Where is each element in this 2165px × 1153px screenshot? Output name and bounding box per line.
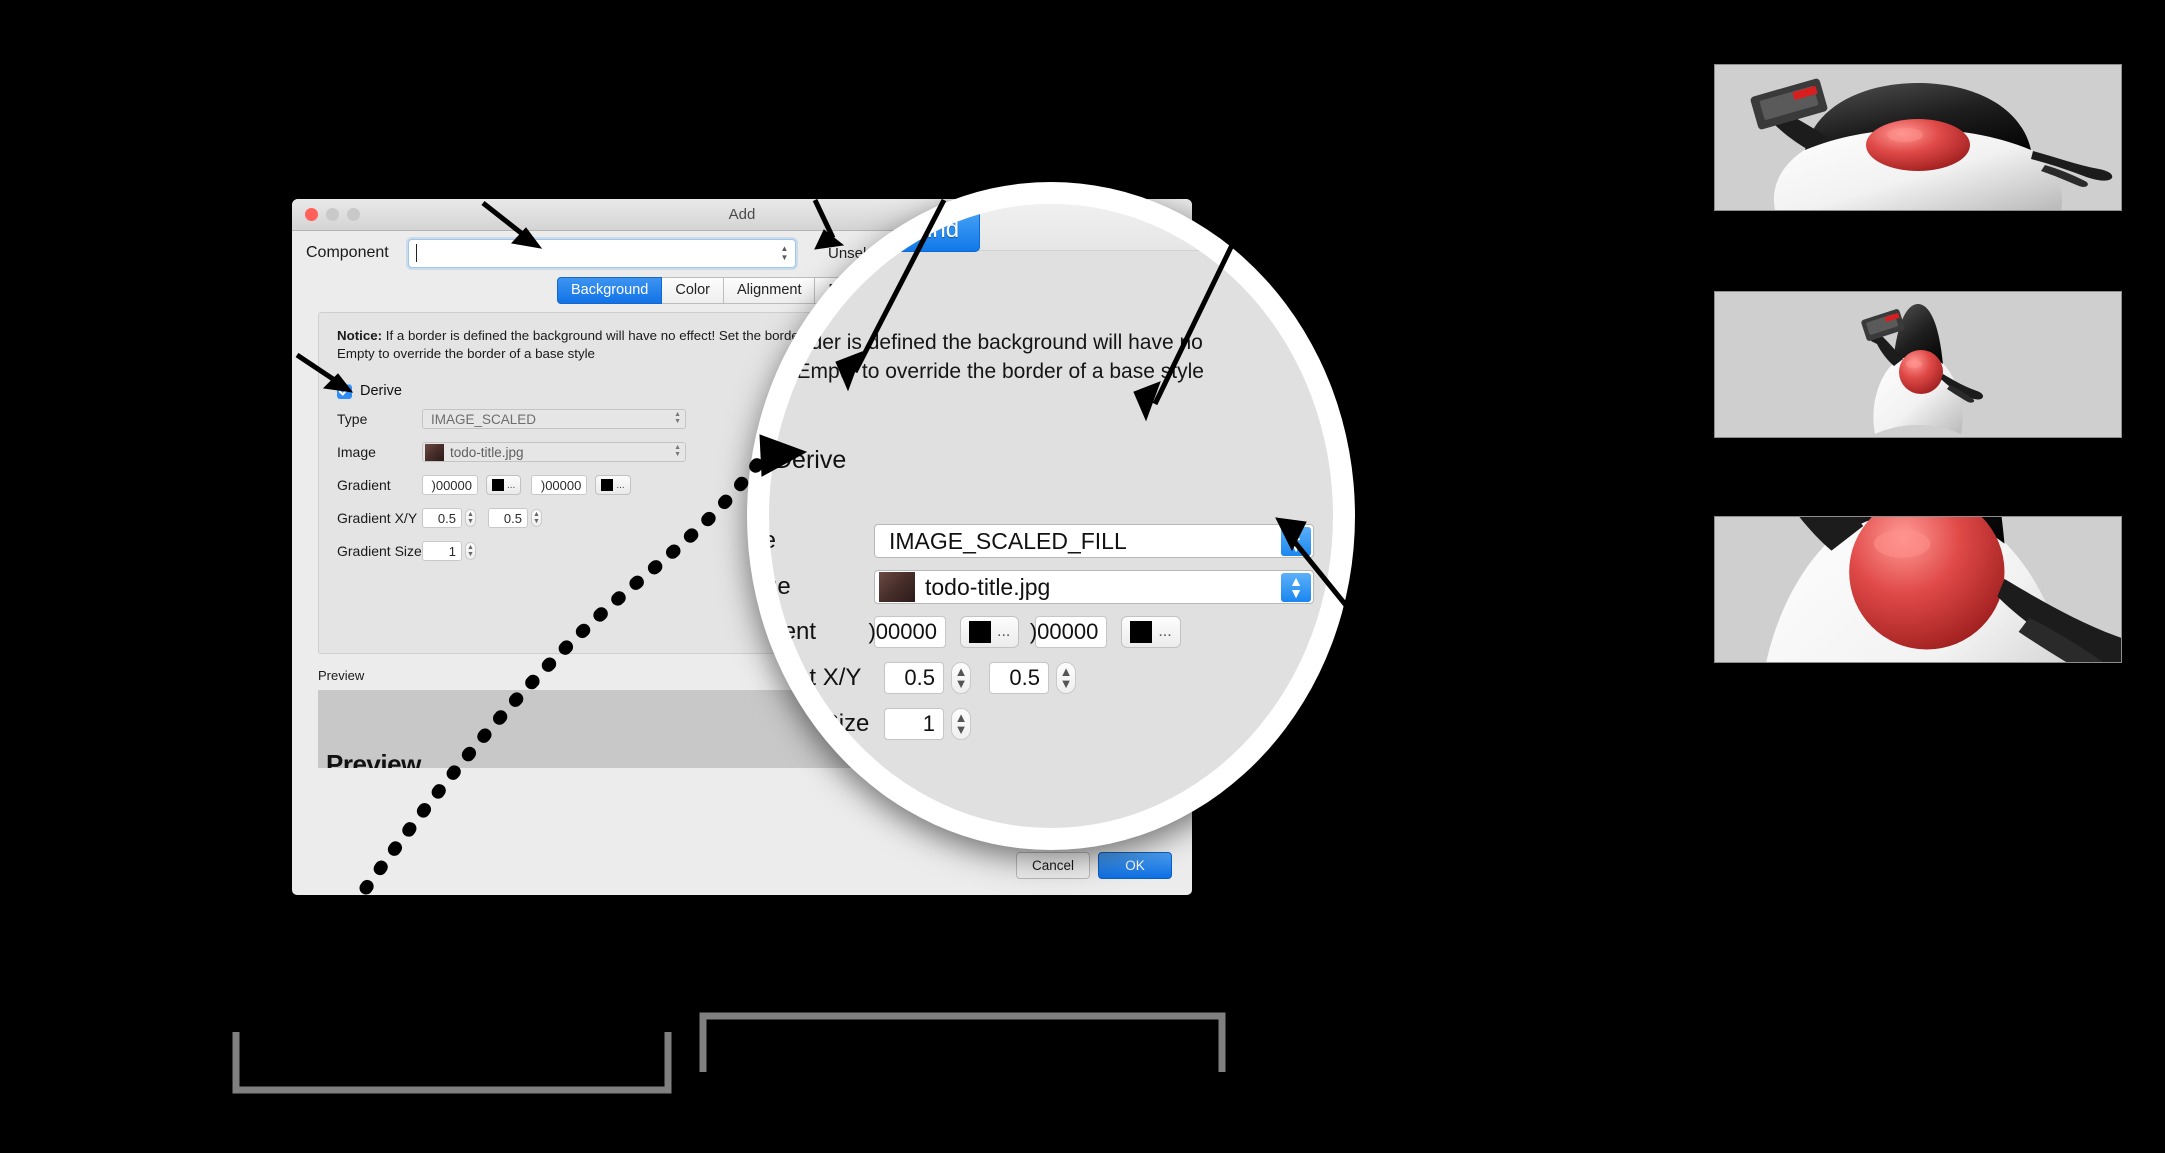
magnified-gradient-y-input[interactable]: 0.5 (989, 662, 1049, 694)
magnified-gradient-end-input[interactable]: )00000 (1030, 616, 1108, 648)
gradient-x-stepper[interactable]: ▲ ▼ (465, 509, 476, 527)
sample-image-scaled-fill (1714, 516, 2122, 663)
magnified-content: Background ce: If a border is defined th… (769, 204, 1333, 828)
cancel-button[interactable]: Cancel (1016, 852, 1090, 879)
chevron-updown-icon[interactable]: ▲▼ (1281, 527, 1311, 556)
tab-marker-icon (810, 225, 819, 235)
magnified-derive-row[interactable]: Derive (769, 442, 846, 478)
magnified-gradient-picker-label: ... (1158, 623, 1172, 640)
magnified-type-row: Type IMAGE_SCALED_FILL ▲▼ (769, 524, 1314, 558)
magnified-type-value: IMAGE_SCALED_FILL (889, 527, 1127, 554)
magnified-image-select[interactable]: todo-title.jpg ▲ ▼ (874, 570, 1314, 604)
magnified-gradient-picker-label: ... (997, 623, 1011, 640)
magnified-gradient-size-input[interactable]: 1 (884, 708, 944, 740)
magnified-derive-label: Derive (774, 445, 847, 474)
magnified-gradient-x-input[interactable]: 0.5 (884, 662, 944, 694)
text-caret (416, 243, 417, 262)
gradient-start-color-button[interactable]: ... (486, 475, 522, 495)
annotation-bracket-right (699, 1012, 1226, 1072)
derive-label: Derive (360, 383, 402, 399)
component-label: Component (306, 244, 389, 261)
chevron-updown-icon[interactable]: ▲▼ (1281, 573, 1311, 602)
duke-illustration-fill (1715, 517, 2121, 662)
duke-illustration-stretched (1715, 65, 2121, 210)
magnified-type-select[interactable]: IMAGE_SCALED_FILL ▲ ▼ (874, 524, 1314, 558)
color-swatch-icon (1130, 621, 1153, 643)
gradient-end-input[interactable]: )00000 (531, 475, 588, 495)
magnified-gradient-xy-row: Gradient X/Y 0.5 ▲▼ 0.5 ▲▼ (769, 662, 1076, 694)
magnified-gradient-start-color-button[interactable]: ... (960, 616, 1020, 648)
magnified-type-label: Type (769, 527, 777, 554)
image-value: todo-title.jpg (450, 444, 524, 460)
chevron-updown-icon[interactable]: ▲▼ (674, 411, 681, 425)
magnified-gradient-x-stepper[interactable]: ▲ ▼ (951, 662, 971, 694)
gradient-picker-label: ... (616, 479, 625, 491)
magnified-gradient-row: Gradient )00000 ... )00000 ... (769, 616, 1181, 648)
type-label: Type (337, 411, 368, 427)
magnified-gradient-label: Gradient (769, 618, 817, 645)
magnified-notice: ce: If a border is defined the backgroun… (769, 328, 1333, 386)
ok-button[interactable]: OK (1098, 852, 1172, 879)
gradient-size-label: Gradient Size (337, 543, 422, 559)
image-thumbnail-icon (879, 572, 915, 602)
duke-illustration-fit (1715, 292, 2121, 437)
notice-prefix: Notice: (337, 328, 383, 343)
color-swatch-icon (601, 479, 614, 491)
magnified-gradient-xy-label: Gradient X/Y (769, 664, 862, 691)
magnified-gradient-y-stepper[interactable]: ▲ ▼ (1056, 662, 1076, 694)
image-label: Image (337, 444, 376, 460)
color-swatch-icon (492, 479, 504, 491)
gradient-x-input[interactable]: 0.5 (422, 508, 462, 528)
magnified-notice-line1: If a border is defined the background wi… (769, 331, 1203, 354)
image-select[interactable]: todo-title.jpg ▲ ▼ (422, 442, 686, 462)
gradient-size-input[interactable]: 1 (422, 541, 462, 561)
magnified-gradient-size-stepper[interactable]: ▲ ▼ (951, 708, 971, 740)
gradient-picker-label: ... (507, 479, 516, 491)
sample-image-scaled-fit (1714, 291, 2122, 438)
magnified-gradient-end-color-button[interactable]: ... (1121, 616, 1181, 648)
image-thumbnail-icon (425, 443, 444, 461)
preview-word: Preview (326, 749, 421, 768)
magnifier-lens: Background ce: If a border is defined th… (747, 182, 1355, 850)
gradient-xy-label: Gradient X/Y (337, 510, 418, 526)
component-combobox[interactable]: ▲▼ (408, 238, 796, 268)
magnified-notice-line2: operty to Empty to override the border o… (769, 360, 1204, 383)
magnified-image-row: Image todo-title.jpg ▲▼ (769, 570, 1314, 604)
derive-checkbox[interactable] (337, 383, 352, 399)
magnified-gradient-size-row: Gradient Size 1 ▲▼ (769, 708, 971, 740)
annotation-bracket-left (232, 1032, 672, 1094)
gradient-end-color-button[interactable]: ... (595, 475, 631, 495)
chevron-updown-icon[interactable]: ▲▼ (674, 444, 681, 458)
magnified-tab-background[interactable]: Background (789, 210, 981, 252)
magnified-image-value: todo-title.jpg (925, 573, 1051, 600)
magnified-image-label: Image (769, 573, 791, 600)
gradient-y-input[interactable]: 0.5 (488, 508, 528, 528)
tab-color[interactable]: Color (662, 277, 724, 304)
magnified-tab-label: Background (831, 216, 960, 243)
tab-background[interactable]: Background (556, 277, 663, 304)
gradient-label: Gradient (337, 477, 391, 493)
type-select[interactable]: IMAGE_SCALED ▲ ▼ (422, 409, 686, 429)
magnifier-viewport: Background ce: If a border is defined th… (769, 204, 1333, 828)
type-value: IMAGE_SCALED (431, 411, 537, 427)
magnified-gradient-start-input[interactable]: )00000 (868, 616, 946, 648)
dialog-button-row: Cancel OK (1016, 852, 1172, 879)
color-swatch-icon (969, 621, 991, 643)
gradient-size-stepper[interactable]: ▲ ▼ (465, 542, 476, 560)
magnified-gradient-size-label: Gradient Size (769, 710, 870, 737)
gradient-start-input[interactable]: )00000 (422, 475, 478, 495)
page-root: Add Component ▲▼ Unselected Background C… (0, 0, 2165, 1153)
gradient-y-stepper[interactable]: ▲ ▼ (531, 509, 542, 527)
sample-image-scaled (1714, 64, 2122, 211)
